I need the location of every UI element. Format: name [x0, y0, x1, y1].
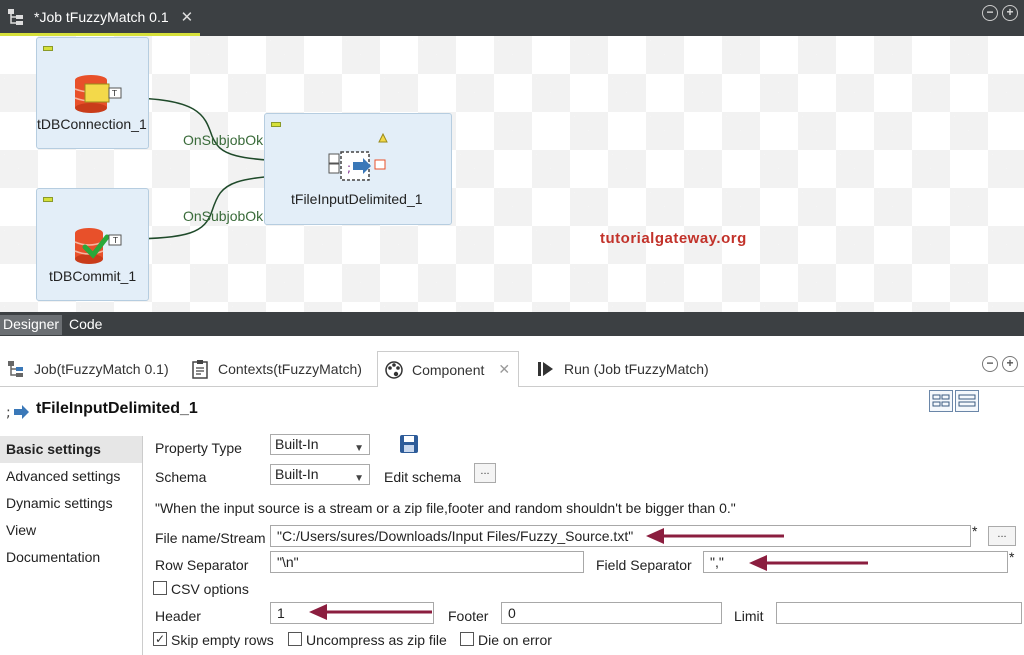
die-on-error-label: Die on error: [478, 632, 552, 648]
property-type-select[interactable]: Built-In ▼: [270, 434, 370, 455]
tab-run[interactable]: Run (Job tFuzzyMatch): [530, 351, 709, 387]
required-mark: *: [1009, 549, 1015, 565]
link-label: OnSubjobOk: [183, 208, 264, 224]
field-separator-label: Field Separator: [596, 557, 692, 573]
header-label: Header: [155, 608, 201, 624]
sidenav-item-documentation[interactable]: Documentation: [0, 544, 142, 571]
row-separator-input[interactable]: "\n": [270, 551, 584, 573]
save-icon[interactable]: [399, 434, 419, 454]
basic-settings-panel: Property Type Built-In ▼ Schema Built-In…: [143, 434, 1024, 655]
tab-code[interactable]: Code: [66, 315, 105, 335]
file-name-label: File name/Stream: [155, 530, 266, 546]
minimize-button[interactable]: −: [982, 356, 998, 372]
component-label: tDBCommit_1: [49, 268, 137, 284]
layout-toggle: [929, 390, 979, 412]
tab-designer[interactable]: Designer: [0, 315, 63, 335]
uncompress-checkbox[interactable]: [288, 632, 302, 646]
job-tab-title: *Job tFuzzyMatch 0.1: [34, 8, 169, 25]
file-name-input[interactable]: "C:/Users/sures/Downloads/Input Files/Fu…: [270, 525, 971, 547]
stream-note: "When the input source is a stream or a …: [155, 500, 736, 516]
header-input[interactable]: 1: [270, 602, 434, 624]
property-type-label: Property Type: [155, 440, 242, 456]
file-input-delimited-icon: ;: [328, 132, 388, 181]
close-icon[interactable]: ✕: [498, 361, 510, 378]
tab-component[interactable]: Component ✕: [377, 351, 519, 387]
panel-tabs: Job(tFuzzyMatch 0.1) Contexts(tFuzzyMatc…: [0, 343, 1024, 387]
link-label: OnSubjobOk: [183, 132, 264, 148]
footer-input[interactable]: 0: [501, 602, 722, 624]
csv-options-checkbox[interactable]: [153, 581, 167, 595]
tab-label: Job(tFuzzyMatch 0.1): [34, 361, 169, 377]
view-tabs: Designer Code: [0, 312, 1024, 336]
skip-empty-rows-label: Skip empty rows: [171, 632, 274, 648]
sidenav-item-dynamic-settings[interactable]: Dynamic settings: [0, 490, 142, 517]
database-commit-icon: T: [74, 228, 122, 264]
tdbcommit-component[interactable]: T tDBCommit_1: [36, 188, 149, 301]
svg-text:;: ;: [347, 161, 351, 175]
edit-schema-button[interactable]: ...: [474, 463, 496, 483]
tab-contexts[interactable]: Contexts(tFuzzyMatch): [184, 351, 362, 387]
job-editor-tab[interactable]: *Job tFuzzyMatch 0.1 ✕: [0, 0, 200, 36]
limit-input[interactable]: [776, 602, 1022, 624]
settings-sidenav: Basic settings Advanced settings Dynamic…: [0, 436, 143, 655]
browse-file-button[interactable]: ...: [988, 526, 1016, 546]
job-icon: [6, 7, 26, 27]
database-connection-icon: T: [74, 75, 122, 113]
skip-empty-rows-checkbox[interactable]: ✓: [153, 632, 167, 646]
clipboard-icon: [190, 359, 210, 379]
tab-job[interactable]: Job(tFuzzyMatch 0.1): [0, 351, 169, 387]
schema-select[interactable]: Built-In ▼: [270, 464, 370, 485]
edit-schema-label: Edit schema: [384, 469, 462, 485]
chevron-down-icon: ▼: [354, 473, 364, 484]
csv-options-label: CSV options: [171, 581, 249, 597]
run-icon: [536, 359, 556, 379]
schema-label: Schema: [155, 469, 207, 485]
svg-text:T: T: [111, 89, 117, 98]
footer-label: Footer: [448, 608, 489, 624]
tdbconnection-component[interactable]: T tDBConnection_1: [36, 37, 149, 149]
uncompress-label: Uncompress as zip file: [306, 632, 447, 648]
field-separator-input[interactable]: ",": [703, 551, 1008, 573]
status-marker: [43, 46, 53, 51]
sidenav-item-view[interactable]: View: [0, 517, 142, 544]
svg-text:T: T: [112, 236, 118, 245]
required-mark: *: [972, 523, 978, 539]
tab-label: Contexts(tFuzzyMatch): [218, 361, 362, 377]
schema-value: Built-In: [275, 466, 319, 482]
row-separator-label: Row Separator: [155, 557, 249, 573]
limit-label: Limit: [734, 608, 764, 624]
svg-text:;: ;: [6, 405, 11, 421]
chevron-down-icon: ▼: [354, 443, 364, 454]
close-icon[interactable]: ✕: [181, 8, 194, 26]
status-marker: [43, 197, 53, 202]
window-buttons: − +: [982, 5, 1018, 21]
maximize-button[interactable]: +: [1002, 5, 1018, 21]
property-type-value: Built-In: [275, 436, 319, 452]
tab-label: Run (Job tFuzzyMatch): [564, 361, 709, 377]
editor-tabbar: *Job tFuzzyMatch 0.1 ✕ − +: [0, 0, 1024, 36]
file-input-delimited-icon: ;: [6, 401, 30, 423]
status-marker: [271, 122, 281, 127]
component-header: ; tFileInputDelimited_1: [0, 388, 1024, 436]
tfileinputdelimited-component[interactable]: ; tFileInputDelimited_1: [264, 113, 452, 225]
grid-layout-icon[interactable]: [929, 390, 953, 412]
sidenav-item-advanced-settings[interactable]: Advanced settings: [0, 463, 142, 490]
sidenav-item-basic-settings[interactable]: Basic settings: [0, 436, 142, 463]
job-icon: [6, 359, 26, 379]
die-on-error-checkbox[interactable]: [460, 632, 474, 646]
component-label: tFileInputDelimited_1: [291, 191, 423, 207]
list-layout-icon[interactable]: [955, 390, 979, 412]
palette-icon: [384, 360, 404, 380]
connection-lines: [124, 97, 335, 240]
component-name: tFileInputDelimited_1: [36, 400, 198, 417]
panel-window-buttons: − +: [982, 356, 1018, 372]
component-label: tDBConnection_1: [37, 116, 147, 132]
tab-label: Component: [412, 361, 485, 378]
maximize-button[interactable]: +: [1002, 356, 1018, 372]
designer-canvas[interactable]: T tDBConnection_1 T tDBCommit_1 ; tFileI…: [0, 36, 1024, 312]
watermark-text: tutorialgateway.org: [600, 230, 747, 247]
minimize-button[interactable]: −: [982, 5, 998, 21]
